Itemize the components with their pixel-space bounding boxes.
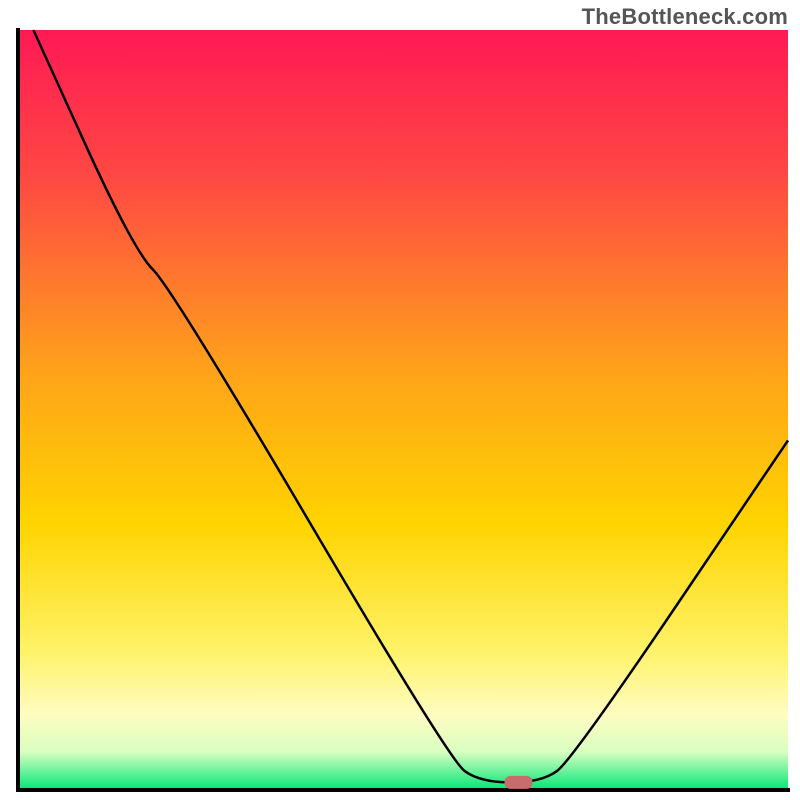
plot-background xyxy=(18,30,788,790)
bottleneck-chart xyxy=(0,0,800,800)
chart-container: { "watermark": "TheBottleneck.com", "cha… xyxy=(0,0,800,800)
optimum-marker xyxy=(505,776,533,789)
watermark-label: TheBottleneck.com xyxy=(582,4,788,30)
